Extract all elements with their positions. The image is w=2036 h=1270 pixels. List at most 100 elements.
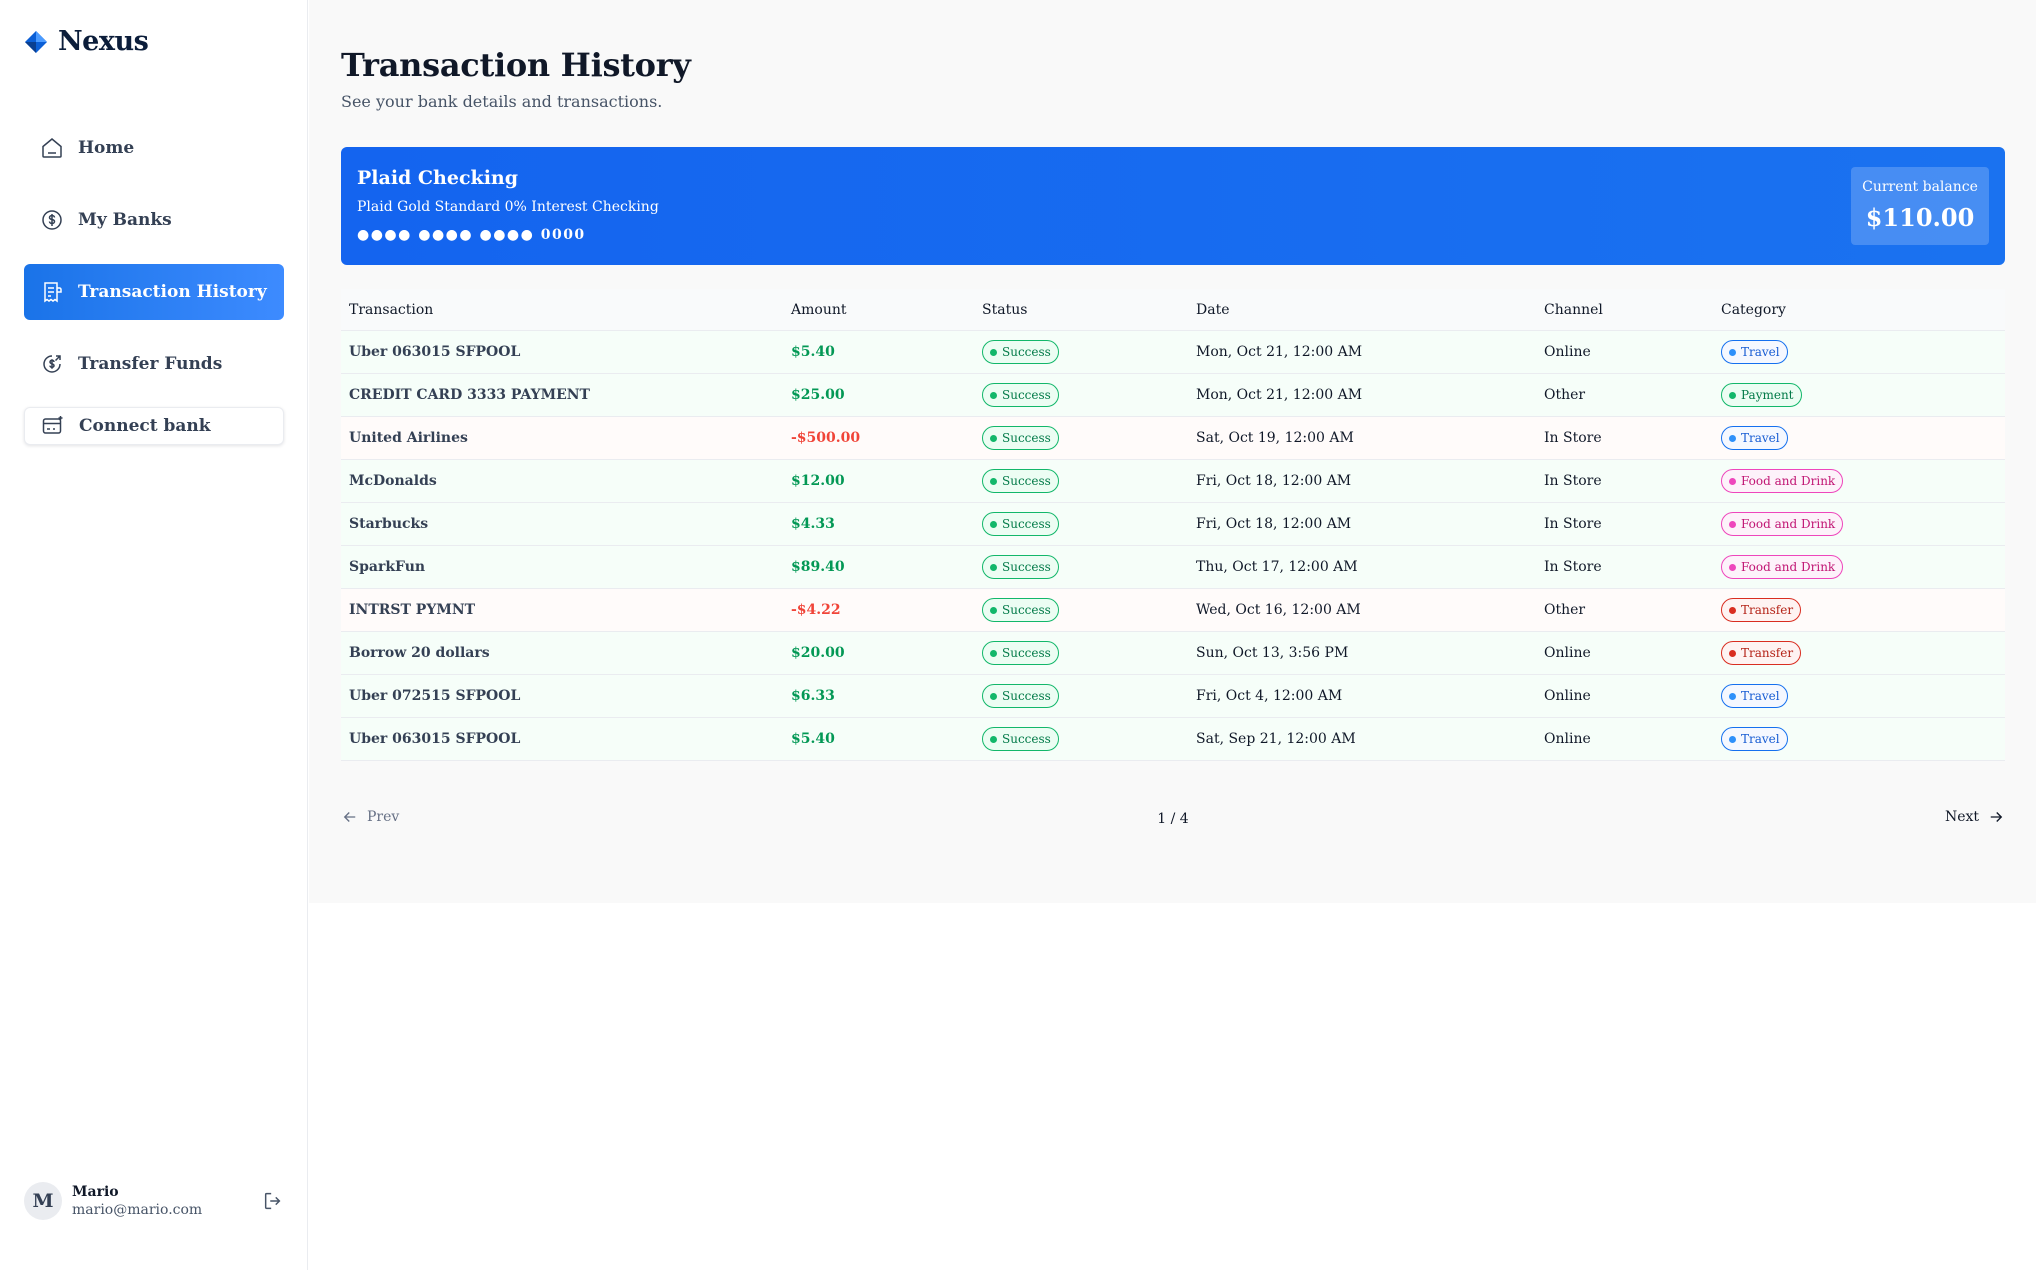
category-dot <box>1729 348 1736 356</box>
status-label: Success <box>1002 345 1051 359</box>
transaction-date: Sat, Sep 21, 12:00 AM <box>1196 731 1356 747</box>
table-row[interactable]: CREDIT CARD 3333 PAYMENT $25.00 Success Mon… <box>341 374 2005 417</box>
category-label: Travel <box>1741 431 1780 445</box>
status-badge: Success <box>982 469 1059 493</box>
main-content: Transaction History See your bank detail… <box>309 0 2036 903</box>
sidebar-item-label: Transaction History <box>78 282 267 302</box>
logout-icon[interactable] <box>262 1190 284 1212</box>
category-label: Travel <box>1741 689 1780 703</box>
column-header: Date <box>1196 301 1230 318</box>
table-row[interactable]: McDonalds $12.00 Success Fri, Oct 18, 12:00… <box>341 460 2005 503</box>
category-badge: Payment <box>1721 383 1802 407</box>
table-row[interactable]: SparkFun $89.40 Success Thu, Oct 17, 12:00 … <box>341 546 2005 589</box>
category-badge: Food and Drink <box>1721 512 1844 536</box>
transaction-date: Fri, Oct 4, 12:00 AM <box>1196 688 1343 704</box>
app-name: Nexus <box>58 26 149 57</box>
category-dot <box>1729 692 1736 700</box>
app-logo[interactable]: Nexus <box>24 26 149 57</box>
status-label: Success <box>1002 474 1051 488</box>
category-cell: Transfer <box>1721 598 2005 622</box>
transaction-channel: In Store <box>1544 559 1602 575</box>
page-subtitle: See your bank details and transactions. <box>341 92 663 111</box>
connect-bank-button[interactable]: Connect bank <box>24 407 284 445</box>
status-dot <box>990 348 997 356</box>
category-label: Payment <box>1741 388 1794 402</box>
status-label: Success <box>1002 603 1051 617</box>
status-badge: Success <box>982 340 1059 364</box>
next-button[interactable]: Next <box>1945 808 2005 826</box>
sidebar-item-label: Transfer Funds <box>78 354 223 374</box>
transaction-name: SparkFun <box>349 559 426 575</box>
status-dot <box>990 563 997 571</box>
status-label: Success <box>1002 388 1051 402</box>
status-badge: Success <box>982 383 1059 407</box>
transaction-name: INTRST PYMNT <box>349 602 476 618</box>
category-dot <box>1729 477 1736 485</box>
bank-info-card: Plaid Checking Plaid Gold Standard 0% In… <box>341 147 2005 265</box>
column-header: Status <box>982 301 1028 318</box>
column-header: Category <box>1721 301 1786 318</box>
status-label: Success <box>1002 431 1051 445</box>
table-row[interactable]: United Airlines -$500.00 Success Sat, Oct 1… <box>341 417 2005 460</box>
dollar-icon <box>42 210 62 230</box>
bank-official-name: Plaid Gold Standard 0% Interest Checking <box>357 199 659 215</box>
status-cell: Success <box>982 727 1196 751</box>
user-footer: M Mario mario@mario.com <box>24 1182 284 1220</box>
transaction-name: Borrow 20 dollars <box>349 645 490 661</box>
table-row[interactable]: INTRST PYMNT -$4.22 Success Wed, Oct 16, 12… <box>341 589 2005 632</box>
category-label: Transfer <box>1741 603 1794 617</box>
table-row[interactable]: Starbucks $4.33 Success Fri, Oct 18, 12:00 … <box>341 503 2005 546</box>
category-dot <box>1729 606 1736 614</box>
user-info: Mario mario@mario.com <box>72 1184 262 1218</box>
status-badge: Success <box>982 598 1059 622</box>
page-indicator: 1 / 4 <box>1157 811 1189 827</box>
transaction-channel: In Store <box>1544 430 1602 446</box>
table-row[interactable]: Uber 063015 SFPOOL $5.40 Success Sat, Sep 2… <box>341 718 2005 761</box>
transaction-name: Uber 063015 SFPOOL <box>349 344 521 360</box>
transaction-channel: Other <box>1544 387 1586 403</box>
transaction-amount: -$4.22 <box>791 602 841 618</box>
table-row[interactable]: Uber 063015 SFPOOL $5.40 Success Mon, Oct 2… <box>341 331 2005 374</box>
category-badge: Travel <box>1721 426 1788 450</box>
pagination: Prev 1 / 4 Next <box>341 808 2005 832</box>
status-badge: Success <box>982 512 1059 536</box>
status-label: Success <box>1002 732 1051 746</box>
receipt-icon <box>44 282 62 303</box>
category-dot <box>1729 649 1736 657</box>
arrow-right-icon <box>1990 812 2003 822</box>
sidebar: Nexus Home My Banks Transaction History … <box>0 0 308 1270</box>
transaction-date: Mon, Oct 21, 12:00 AM <box>1196 387 1363 403</box>
status-badge: Success <box>982 727 1059 751</box>
status-badge: Success <box>982 684 1059 708</box>
status-cell: Success <box>982 684 1196 708</box>
table-row[interactable]: Uber 072515 SFPOOL $6.33 Success Fri, Oct 4… <box>341 675 2005 718</box>
category-dot <box>1729 391 1736 399</box>
transaction-channel: Online <box>1544 731 1591 747</box>
bank-name: Plaid Checking <box>357 167 519 189</box>
status-cell: Success <box>982 555 1196 579</box>
status-dot <box>990 434 997 442</box>
transaction-name: McDonalds <box>349 473 437 489</box>
category-badge: Travel <box>1721 684 1788 708</box>
column-header: Amount <box>791 301 847 318</box>
category-badge: Travel <box>1721 340 1788 364</box>
table-row[interactable]: Borrow 20 dollars $20.00 Success Sun, Oct 1… <box>341 632 2005 675</box>
status-cell: Success <box>982 598 1196 622</box>
transaction-date: Sun, Oct 13, 3:56 PM <box>1196 645 1349 661</box>
balance-value: $110.00 <box>1865 203 1975 232</box>
category-cell: Payment <box>1721 383 2005 407</box>
transaction-amount: $20.00 <box>791 645 845 661</box>
logo-icon <box>25 30 47 53</box>
status-badge: Success <box>982 426 1059 450</box>
sidebar-item-home[interactable]: Home <box>24 120 284 176</box>
transaction-channel: In Store <box>1544 473 1602 489</box>
status-cell: Success <box>982 512 1196 536</box>
sidebar-item-transaction-history[interactable]: Transaction History <box>24 264 284 320</box>
transaction-date: Wed, Oct 16, 12:00 AM <box>1196 602 1361 618</box>
transaction-amount: $5.40 <box>791 731 835 747</box>
status-dot <box>990 692 997 700</box>
sidebar-item-my-banks[interactable]: My Banks <box>24 192 284 248</box>
transaction-amount: $4.33 <box>791 516 835 532</box>
sidebar-item-transfer-funds[interactable]: Transfer Funds <box>24 336 284 392</box>
avatar: M <box>24 1182 62 1220</box>
